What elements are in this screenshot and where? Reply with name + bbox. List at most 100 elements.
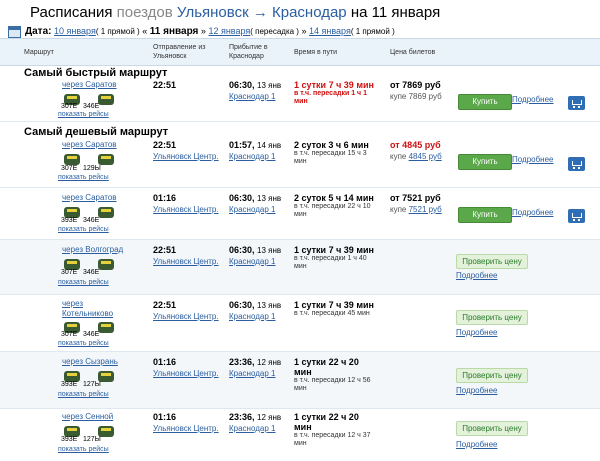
train-icon: [64, 154, 80, 165]
date-link-14[interactable]: 14 января: [309, 26, 351, 36]
check-price-button[interactable]: Проверить цену: [456, 310, 528, 325]
price-cell: от 7521 руб купе 7521 руб: [390, 193, 442, 215]
date-sep: »: [301, 26, 307, 36]
check-price-button[interactable]: Проверить цену: [456, 421, 528, 436]
arrival-date: 13 янв: [257, 194, 282, 203]
show-trips-link[interactable]: показать рейсы: [58, 391, 109, 398]
duration-cell: 1 сутки 7 ч 39 мин в т.ч. пересадки 1 ч 1…: [294, 80, 376, 106]
cart-icon[interactable]: [568, 209, 585, 223]
departure-station-link[interactable]: Ульяновск Центр.: [153, 369, 219, 378]
train-number: 127Ы: [83, 381, 101, 388]
duration-cell: 1 сутки 22 ч 20 мин в т.ч. пересадки 12 ч…: [294, 412, 376, 448]
date-link-12[interactable]: 12 января: [208, 26, 250, 36]
departure-cell: 22:51 Ульяновск Центр.: [153, 140, 219, 162]
route-via-link[interactable]: через Саратов: [62, 80, 117, 90]
route-via-link[interactable]: через Саратов: [62, 193, 117, 203]
arrival-station-link[interactable]: Краснодар 1: [229, 369, 276, 378]
train-number: 307Е: [61, 165, 78, 172]
departure-station-link[interactable]: Ульяновск Центр.: [153, 424, 219, 433]
arrival-date: 14 янв: [257, 141, 282, 150]
date-sep: «: [142, 26, 148, 36]
details-link[interactable]: Подробнее: [456, 386, 498, 395]
price: от 7521 руб: [390, 193, 441, 203]
route-via-link[interactable]: через Сызрань: [62, 357, 118, 367]
cart-icon[interactable]: [568, 96, 585, 110]
show-trips-link[interactable]: показать рейсы: [58, 111, 109, 118]
transfer-time: в т.ч. пересадки 12 ч 56 мин: [294, 377, 371, 392]
transfer-time: в т.ч. пересадки 1 ч 40 мин: [294, 255, 367, 270]
arrival-date: 12 янв: [257, 413, 282, 422]
show-trips-link[interactable]: показать рейсы: [58, 446, 109, 453]
buy-button[interactable]: Купить: [458, 94, 512, 110]
departure-station-link[interactable]: Ульяновск Центр.: [153, 257, 219, 266]
details-link[interactable]: Подробнее: [456, 328, 498, 337]
cart-icon[interactable]: [568, 157, 585, 171]
train-icon: [98, 154, 114, 165]
train-number: 393Е: [61, 381, 78, 388]
duration: 2 суток 5 ч 14 мин: [294, 193, 374, 203]
arrival-station-link[interactable]: Краснодар 1: [229, 424, 276, 433]
train-number: 307Е: [61, 269, 78, 276]
departure-time: 01:16: [153, 193, 177, 203]
train-numbers: 393Е 346Е: [61, 217, 105, 225]
departure-time: 22:51: [153, 245, 177, 255]
arrival-cell: 06:30, 13 янв Краснодар 1: [229, 193, 281, 215]
train-number: 346Е: [83, 269, 100, 276]
arrival-station-link[interactable]: Краснодар 1: [229, 152, 276, 161]
coupe-label: купе: [390, 205, 407, 214]
coupe-price: 7869 руб: [408, 92, 442, 101]
buy-button[interactable]: Купить: [458, 154, 512, 170]
coupe-price-link[interactable]: 7521 руб: [409, 205, 442, 214]
departure-station-link[interactable]: Ульяновск Центр.: [153, 205, 219, 214]
duration: 1 сутки 7 ч 39 мин: [294, 245, 374, 255]
header-arr: Прибытие в Краснодар: [229, 44, 268, 60]
departure-station-link[interactable]: Ульяновск Центр.: [153, 152, 219, 161]
buy-button[interactable]: Купить: [458, 207, 512, 223]
route-via-link[interactable]: через Котельниково: [62, 299, 122, 319]
table-row: через Сызрань 393Е 127Ы показать рейсы 01…: [0, 352, 600, 409]
calendar-icon[interactable]: [8, 25, 21, 38]
date-link-10[interactable]: 10 января: [54, 26, 96, 36]
train-number: 393Е: [61, 217, 78, 224]
arrival-date: 13 янв: [257, 301, 282, 310]
route-via-link[interactable]: через Волгоград: [62, 245, 123, 255]
arrival-time: 23:36,: [229, 357, 255, 367]
arrival-time: 06:30,: [229, 300, 255, 310]
train-numbers: 393Е 127Ы: [61, 436, 105, 444]
arrival-cell: 06:30, 13 янв Краснодар 1: [229, 245, 281, 267]
arrow-icon: →: [252, 4, 268, 21]
details-link[interactable]: Подробнее: [456, 271, 498, 280]
date-label: Дата:: [25, 26, 52, 37]
title-date: на 11 января: [350, 4, 441, 21]
details-link[interactable]: Подробнее: [456, 440, 498, 449]
table-row: через Сенной 393Е 127Ы показать рейсы 01:…: [0, 409, 600, 461]
arrival-station-link[interactable]: Краснодар 1: [229, 92, 276, 101]
duration: 1 сутки 22 ч 20 мин: [294, 412, 359, 432]
check-price-button[interactable]: Проверить цену: [456, 254, 528, 269]
arrival-station-link[interactable]: Краснодар 1: [229, 257, 276, 266]
coupe-price-link[interactable]: 4845 руб: [409, 152, 442, 161]
show-trips-link[interactable]: показать рейсы: [58, 226, 109, 233]
date-sep: »: [200, 26, 206, 36]
show-trips-link[interactable]: показать рейсы: [58, 174, 109, 181]
details-link[interactable]: Подробнее: [512, 208, 554, 217]
show-trips-link[interactable]: показать рейсы: [58, 340, 109, 347]
check-price-button[interactable]: Проверить цену: [456, 368, 528, 383]
train-number: 346Е: [83, 103, 100, 110]
departure-cell: 22:51 Ульяновск Центр.: [153, 245, 219, 267]
table-header: Маршрут Отправление из Ульяновск Прибыти…: [0, 38, 600, 66]
route-via-link[interactable]: через Саратов: [62, 140, 117, 150]
show-trips-link[interactable]: показать рейсы: [58, 279, 109, 286]
arrival-time: 23:36,: [229, 412, 255, 422]
duration-cell: 1 сутки 7 ч 39 мин в т.ч. пересадки 1 ч 4…: [294, 245, 376, 271]
train-numbers: 307Е 346Е: [61, 103, 105, 111]
route-via-link[interactable]: через Сенной: [62, 412, 113, 422]
details-link[interactable]: Подробнее: [512, 95, 554, 104]
arrival-station-link[interactable]: Краснодар 1: [229, 312, 276, 321]
title-from: Ульяновск: [176, 4, 249, 21]
details-link[interactable]: Подробнее: [512, 155, 554, 164]
departure-station-link[interactable]: Ульяновск Центр.: [153, 312, 219, 321]
transfer-time: в т.ч. пересадки 12 ч 37 мин: [294, 432, 371, 447]
duration-cell: 1 сутки 7 ч 39 мин в т.ч. пересадки 45 ми…: [294, 300, 376, 318]
arrival-station-link[interactable]: Краснодар 1: [229, 205, 276, 214]
